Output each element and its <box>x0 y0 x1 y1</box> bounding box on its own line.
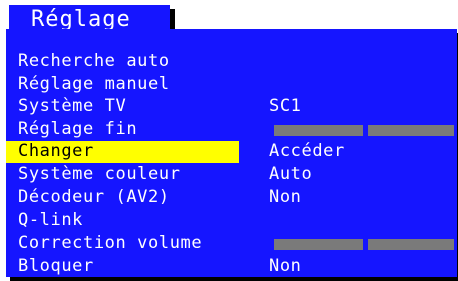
menu-item-systeme-couleur[interactable]: Système couleur Auto <box>6 163 457 186</box>
menu-item-label: Système TV <box>18 96 127 116</box>
menu-item-label: Système couleur <box>18 164 181 184</box>
menu-item-label: Réglage fin <box>18 119 138 139</box>
menu-item-reglage-manuel[interactable]: Réglage manuel <box>6 73 457 96</box>
menu-item-label: Changer <box>18 141 94 161</box>
menu-item-changer[interactable]: Changer Accéder <box>6 140 457 163</box>
fine-tuning-slider[interactable] <box>274 125 454 136</box>
menu-item-recherche-auto[interactable]: Recherche auto <box>6 50 457 73</box>
menu-item-reglage-fin[interactable]: Réglage fin <box>6 118 457 141</box>
menu-item-label: Correction volume <box>18 233 203 253</box>
menu-item-label: Q-link <box>18 210 84 230</box>
menu-item-label: Bloquer <box>18 256 94 276</box>
menu-item-correction-volume[interactable]: Correction volume <box>6 232 457 255</box>
slider-bar-left <box>274 239 363 250</box>
volume-correction-slider[interactable] <box>274 239 454 250</box>
menu-item-systeme-tv[interactable]: Système TV SC1 <box>6 95 457 118</box>
slider-bar-right <box>368 239 454 250</box>
menu-item-label: Décodeur (AV2) <box>18 187 170 207</box>
slider-bar-left <box>274 125 363 136</box>
settings-menu: Recherche auto Réglage manuel Système TV… <box>6 29 457 277</box>
menu-item-decodeur-av2[interactable]: Décodeur (AV2) Non <box>6 186 457 209</box>
menu-item-label: Réglage manuel <box>18 74 170 94</box>
menu-item-value: Accéder <box>269 141 345 161</box>
menu-item-value: Auto <box>269 164 313 184</box>
menu-item-value: Non <box>269 187 302 207</box>
menu-item-value: Non <box>269 256 302 276</box>
menu-item-q-link[interactable]: Q-link <box>6 209 457 232</box>
menu-item-value: SC1 <box>269 96 302 116</box>
slider-bar-right <box>368 125 454 136</box>
menu-item-label: Recherche auto <box>18 51 170 71</box>
menu-item-bloquer[interactable]: Bloquer Non <box>6 255 457 278</box>
